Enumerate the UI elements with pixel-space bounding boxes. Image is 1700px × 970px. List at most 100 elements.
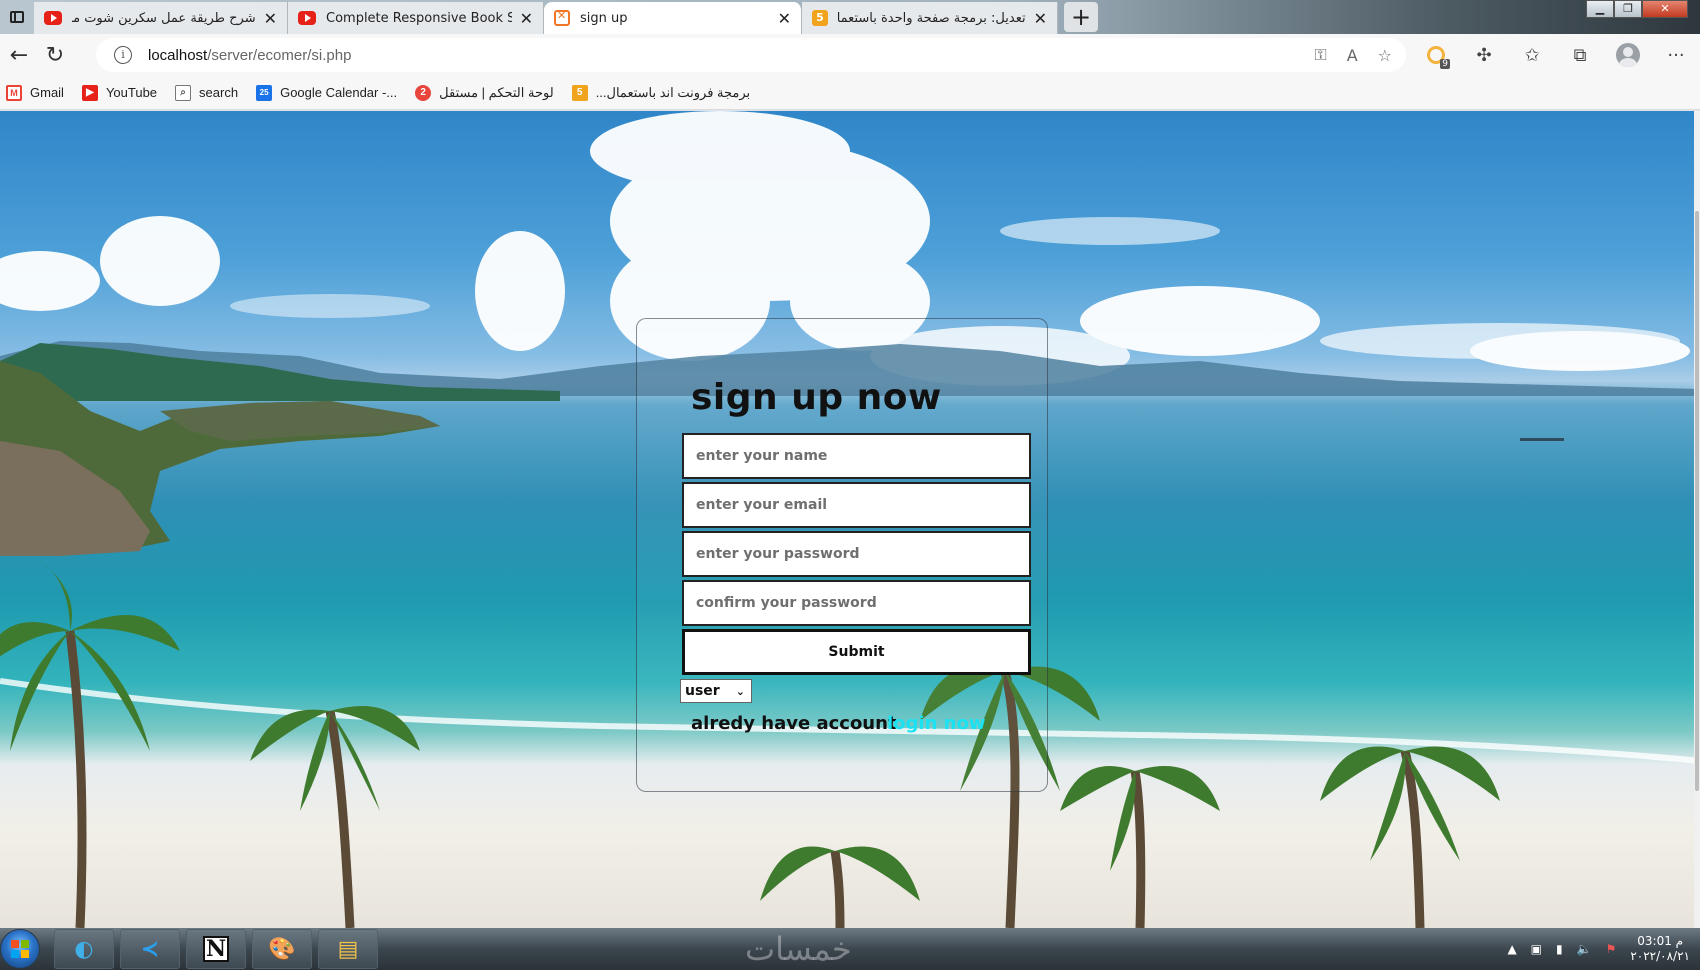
site-info-icon[interactable]: i [114, 46, 132, 64]
volume-icon[interactable]: 🔈 [1577, 942, 1592, 956]
xampp-icon [554, 9, 570, 26]
tab-sign-up[interactable]: sign up ✕ [544, 2, 802, 34]
role-select-value: user [685, 683, 720, 699]
tab-book-store[interactable]: Complete Responsive Book Store ✕ [288, 2, 544, 34]
taskbar-vscode[interactable]: ≺ [120, 929, 180, 969]
device-icon[interactable]: ▣ [1531, 942, 1542, 956]
browser-toolbar: ← ↻ i localhost/server/ecomer/si.php ⚿ A… [0, 34, 1700, 76]
new-tab-button[interactable]: + [1064, 2, 1098, 32]
edge-icon: ◐ [74, 936, 94, 962]
start-button[interactable] [0, 929, 40, 969]
windows-taskbar: ◐ ≺ N 🎨 ▤ خمسات ▲ ▣ ▮ 🔈 ⚑ 03:01 م ٢٠٢٢/٠… [0, 928, 1700, 970]
youtube-icon [298, 11, 316, 25]
bookmark-label: search [199, 85, 239, 100]
tab-actions-button[interactable] [0, 0, 34, 34]
login-now-link[interactable]: login now [887, 713, 985, 734]
key-icon[interactable]: ⚿ [1315, 45, 1327, 65]
bookmark-gmail[interactable]: M Gmail [6, 84, 64, 101]
tab-edit-mysql[interactable]: 5 تعديل: برمجة صفحة واحدة باستعمال mysql… [802, 2, 1058, 34]
clock[interactable]: 03:01 م ٢٠٢٢/٠٨/٢١ [1630, 934, 1690, 964]
vscode-icon: ≺ [140, 936, 160, 962]
notion-icon: N [203, 936, 229, 962]
page-background: sign up now Submit user ⌄ alredy have ac… [0, 111, 1700, 928]
close-tab-icon[interactable]: ✕ [1034, 9, 1047, 28]
tab-strip: شرح طريقة عمل سكرين شوت من الكمبيوتر ✕ C… [0, 0, 1700, 34]
five-icon: 5 [571, 84, 588, 101]
youtube-icon: ▶ [81, 84, 98, 101]
favorites-icon: ✩ [1524, 44, 1540, 66]
more-icon: ··· [1667, 44, 1685, 66]
email-field[interactable] [682, 482, 1031, 528]
profile-button[interactable] [1604, 38, 1652, 72]
add-favorite-icon[interactable]: ☆ [1378, 46, 1392, 65]
page-title: sign up now [691, 377, 942, 418]
collections-button[interactable]: ⧉ [1556, 38, 1604, 72]
action-center-icon[interactable]: ⚑ [1606, 942, 1617, 956]
back-button[interactable]: ← [2, 38, 36, 72]
address-bar[interactable]: i localhost/server/ecomer/si.php ⚿ A ☆ [96, 38, 1406, 72]
url-host: localhost [148, 46, 208, 64]
tab-actions-icon [10, 11, 24, 23]
role-select[interactable]: user ⌄ [680, 679, 752, 703]
bookmark-label: برمجة فرونت اند باستعمال... [595, 84, 751, 100]
collections-icon: ⧉ [1573, 44, 1587, 66]
paint-icon: 🎨 [268, 936, 296, 962]
scrollbar-thumb[interactable] [1695, 211, 1699, 791]
signup-form: sign up now Submit user ⌄ alredy have ac… [636, 318, 1048, 792]
url-text[interactable]: localhost/server/ecomer/si.php [148, 47, 351, 64]
tab-title: Complete Responsive Book Store [326, 10, 512, 26]
taskbar-edge[interactable]: ◐ [54, 929, 114, 969]
taskbar-paint[interactable]: 🎨 [252, 929, 312, 969]
network-icon[interactable]: ▮ [1556, 942, 1563, 956]
minimize-button[interactable]: ▁ [1586, 0, 1614, 18]
youtube-icon [44, 11, 62, 25]
bookmark-mostaql[interactable]: 2 لوحة التحكم | مستقل [415, 84, 554, 101]
show-hidden-icons-icon[interactable]: ▲ [1507, 942, 1516, 956]
confirm-password-field[interactable] [682, 580, 1031, 626]
read-aloud-icon[interactable]: A [1347, 46, 1358, 65]
tab-title: sign up [580, 10, 628, 26]
bookmark-search[interactable]: ⌕ search [175, 84, 239, 101]
bookmark-google-calendar[interactable]: 25 Google Calendar -... [256, 84, 398, 101]
bookmark-label: لوحة التحكم | مستقل [439, 84, 554, 100]
watermark: خمسات [745, 930, 852, 968]
gmail-icon: M [6, 84, 22, 101]
tab-title: شرح طريقة عمل سكرين شوت من الكمبيوتر [72, 10, 256, 26]
chevron-down-icon: ⌄ [735, 684, 745, 698]
close-tab-icon[interactable]: ✕ [778, 9, 791, 28]
tab-screenshot-tutorial[interactable]: شرح طريقة عمل سكرين شوت من الكمبيوتر ✕ [34, 2, 288, 34]
puzzle-icon: ✣ [1476, 44, 1492, 66]
close-tab-icon[interactable]: ✕ [264, 9, 277, 28]
clock-date: ٢٠٢٢/٠٨/٢١ [1630, 949, 1690, 963]
bookmark-label: YouTube [105, 85, 158, 100]
reload-icon: ↻ [45, 42, 65, 68]
url-path: /server/ecomer/si.php [207, 46, 352, 64]
bookmark-frontend[interactable]: 5 برمجة فرونت اند باستعمال... [571, 84, 751, 101]
five-icon: 5 [812, 10, 828, 26]
mostaql-icon: 2 [415, 84, 432, 101]
extension-badge-button[interactable]: 9 [1412, 38, 1460, 72]
already-have-account-text: alredy have account [691, 713, 897, 734]
extensions-button[interactable]: ✣ [1460, 38, 1508, 72]
bookmark-label: Google Calendar -... [280, 85, 398, 100]
close-tab-icon[interactable]: ✕ [520, 9, 533, 28]
password-field[interactable] [682, 531, 1031, 577]
taskbar-notion[interactable]: N [186, 929, 246, 969]
extension-icon: 9 [1427, 46, 1450, 69]
explorer-icon: ▤ [337, 936, 359, 962]
arrow-left-icon: ← [9, 42, 29, 68]
reload-button[interactable]: ↻ [38, 38, 72, 72]
name-field[interactable] [682, 433, 1031, 479]
settings-menu-button[interactable]: ··· [1652, 38, 1700, 72]
favorites-button[interactable]: ✩ [1508, 38, 1556, 72]
window-close-button[interactable]: ✕ [1642, 0, 1688, 18]
submit-button[interactable]: Submit [682, 629, 1031, 675]
maximize-button[interactable]: ❐ [1614, 0, 1642, 18]
extension-badge-count: 9 [1440, 59, 1450, 69]
bookmark-youtube[interactable]: ▶ YouTube [81, 84, 158, 101]
windows-logo-icon [11, 940, 29, 958]
calendar-icon: 25 [256, 84, 273, 101]
page-scrollbar[interactable] [1694, 111, 1700, 928]
bookmarks-bar: M Gmail ▶ YouTube ⌕ search 25 Google Calenda… [0, 76, 1700, 110]
taskbar-explorer[interactable]: ▤ [318, 929, 378, 969]
